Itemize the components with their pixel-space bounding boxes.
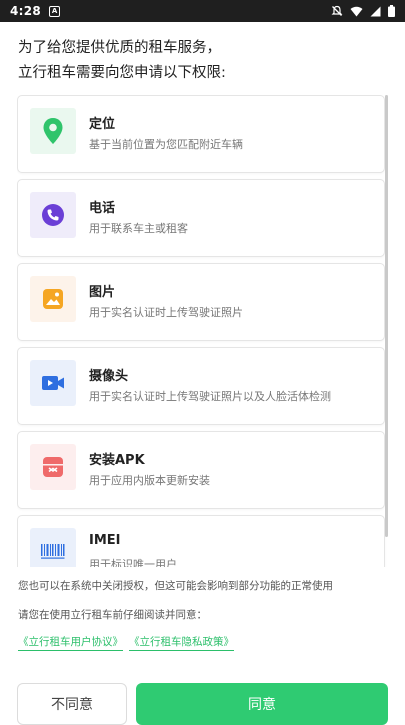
settings-note: 您也可以在系统中关闭授权，但这可能会影响到部分功能的正常使用	[18, 580, 333, 592]
permission-desc: 用于联系车主或租客	[89, 222, 188, 235]
policy-links: 《立行租车用户协议》 《立行租车隐私政策》	[18, 634, 234, 651]
permission-card-apk: 安装APK 用于应用内版本更新安装	[17, 431, 385, 509]
camera-icon	[30, 360, 76, 406]
permission-title: 定位	[89, 117, 116, 132]
agree-button[interactable]: 同意	[136, 683, 388, 725]
phone-icon	[30, 192, 76, 238]
permission-desc: 用于实名认证时上传驾驶证照片	[89, 306, 243, 319]
permission-title: 图片	[89, 285, 116, 300]
permission-card-imei: IMEI 用于标识唯一用户	[17, 515, 385, 567]
disagree-button[interactable]: 不同意	[17, 683, 127, 725]
notification-a-icon: A	[49, 5, 61, 17]
intro-line-1: 为了给您提供优质的租车服务，	[18, 40, 221, 56]
intro-text: 为了给您提供优质的租车服务， 立行租车需要向您申请以下权限:	[18, 36, 388, 86]
permission-desc: 用于标识唯一用户	[89, 558, 177, 567]
list-scrollbar[interactable]	[385, 95, 388, 537]
location-icon	[30, 108, 76, 154]
status-icons	[331, 5, 395, 17]
permission-card-camera: 摄像头 用于实名认证时上传驾驶证照片以及人脸活体检测	[17, 347, 385, 425]
permission-title: 摄像头	[89, 369, 129, 384]
permission-card-image: 图片 用于实名认证时上传驾驶证照片	[17, 263, 385, 341]
read-agree-note: 请您在使用立行租车前仔细阅读并同意：	[18, 609, 207, 621]
permission-title: 电话	[89, 201, 116, 216]
wifi-icon	[350, 6, 363, 16]
apk-icon	[30, 444, 76, 490]
permission-desc: 基于当前位置为您匹配附近车辆	[89, 138, 243, 151]
permission-desc: 用于实名认证时上传驾驶证照片以及人脸活体检测	[89, 390, 331, 403]
status-time: 4:28	[10, 4, 42, 18]
permission-card-location: 定位 基于当前位置为您匹配附近车辆	[17, 95, 385, 173]
permission-title: 安装APK	[89, 453, 145, 468]
privacy-policy-link[interactable]: 《立行租车隐私政策》	[129, 634, 234, 651]
user-agreement-link[interactable]: 《立行租车用户协议》	[18, 634, 123, 651]
signal-icon	[370, 6, 381, 16]
barcode-icon	[30, 528, 76, 567]
permission-list[interactable]: 定位 基于当前位置为您匹配附近车辆 电话 用于联系车主或租客 图片 用于实名认证…	[17, 95, 388, 567]
permission-title: IMEI	[89, 533, 121, 548]
mute-icon	[331, 5, 343, 16]
image-icon	[30, 276, 76, 322]
status-bar: 4:28 A	[0, 0, 405, 22]
battery-icon	[388, 5, 395, 17]
permission-desc: 用于应用内版本更新安装	[89, 474, 210, 487]
permission-card-phone: 电话 用于联系车主或租客	[17, 179, 385, 257]
intro-line-2: 立行租车需要向您申请以下权限:	[18, 65, 226, 81]
